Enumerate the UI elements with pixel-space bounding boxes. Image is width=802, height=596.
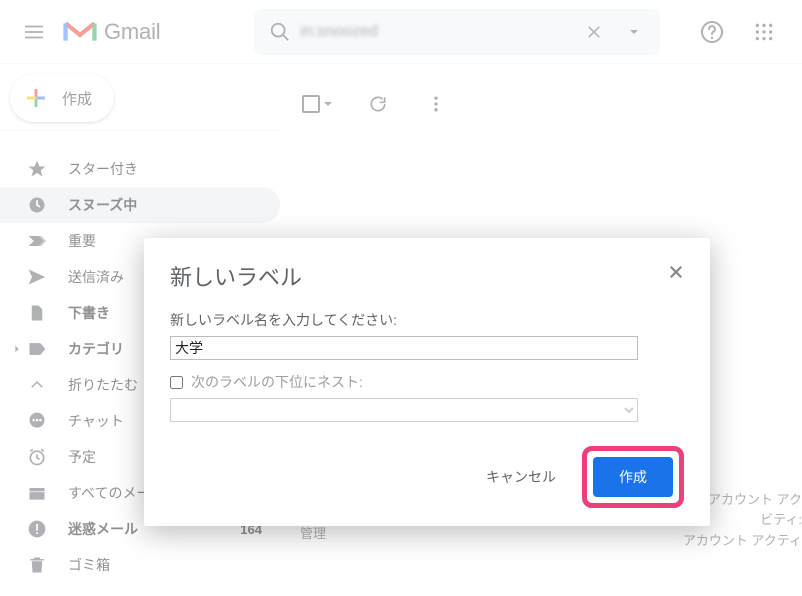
dialog-close-button[interactable] xyxy=(662,258,690,286)
dialog-title: 新しいラベル xyxy=(170,260,684,292)
create-button[interactable]: 作成 xyxy=(593,457,673,497)
close-icon xyxy=(667,263,685,281)
nest-parent-select[interactable] xyxy=(170,398,638,422)
dialog-actions: キャンセル 作成 xyxy=(170,446,684,508)
cancel-button[interactable]: キャンセル xyxy=(472,459,570,495)
dialog-subtitle: 新しいラベル名を入力してください: xyxy=(170,310,684,330)
nest-under-checkbox[interactable] xyxy=(170,376,183,389)
nest-under-label: 次のラベルの下位にネスト: xyxy=(191,372,363,392)
nest-under-row: 次のラベルの下位にネスト: xyxy=(170,372,684,392)
create-button-highlight: 作成 xyxy=(582,446,684,508)
new-label-dialog: 新しいラベル 新しいラベル名を入力してください: 次のラベルの下位にネスト: キ… xyxy=(144,238,710,526)
label-name-input[interactable] xyxy=(170,336,638,360)
